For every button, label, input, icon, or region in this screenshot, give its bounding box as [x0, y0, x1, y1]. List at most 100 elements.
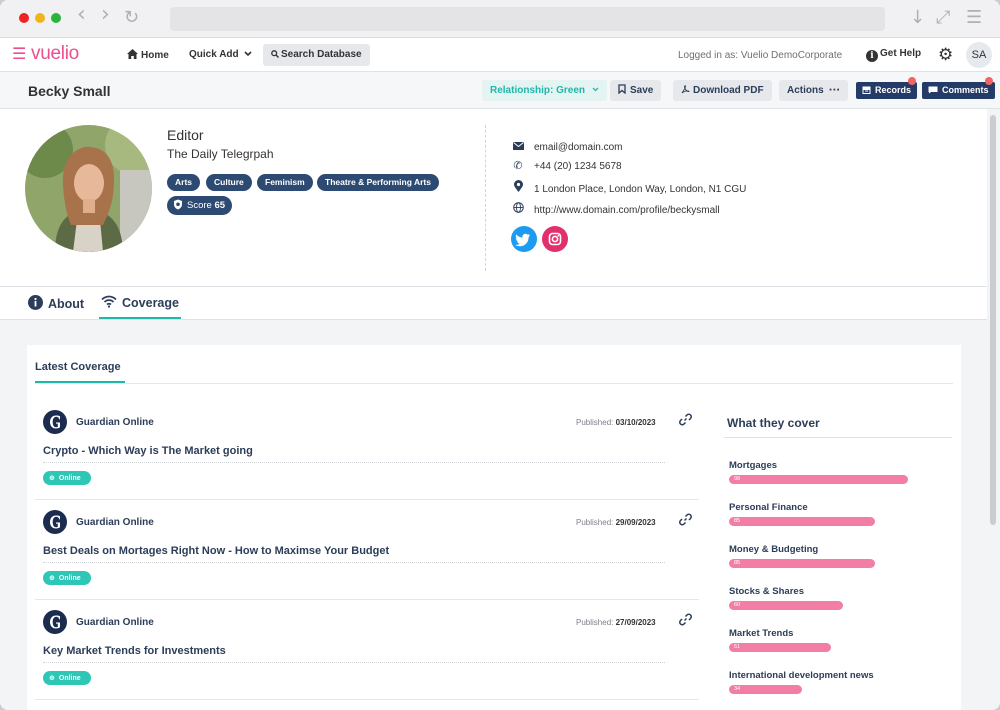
globe-icon: ⊕ — [49, 674, 55, 682]
nav-home-label: Home — [141, 50, 169, 61]
article-source: Guardian Online — [76, 617, 154, 628]
article-source: Guardian Online — [76, 517, 154, 528]
instagram-icon[interactable] — [542, 226, 568, 252]
twitter-icon[interactable] — [511, 226, 537, 252]
published-date: 27/09/2023 — [615, 618, 656, 627]
media-type-badge: ⊕ Online — [43, 671, 91, 685]
globe-icon — [512, 202, 524, 216]
minimize-window-button[interactable] — [35, 13, 45, 23]
topic-bar-value: 85 — [734, 560, 741, 566]
bookmark-icon — [618, 84, 626, 95]
topic-tag[interactable]: Arts — [167, 174, 201, 191]
tab-coverage[interactable]: Coverage — [101, 295, 179, 310]
actions-menu-button[interactable]: Actions ··· — [779, 80, 849, 101]
search-database-button[interactable]: Search Database — [263, 44, 370, 66]
address-bar[interactable] — [170, 7, 885, 31]
shield-icon — [174, 199, 182, 210]
nav-quick-add-label: Quick Add — [189, 49, 239, 60]
hamburger-menu-icon[interactable]: ☰ — [12, 44, 26, 63]
profile-title-bar: Becky Small Relationship: Green Save Dow… — [0, 72, 1000, 109]
map-pin-icon — [512, 180, 524, 195]
chevron-down-icon — [244, 51, 252, 57]
divider — [43, 562, 665, 563]
address-text: 1 London Place, London Way, London, N1 C… — [534, 184, 747, 195]
divider — [35, 383, 953, 384]
app-header: ☰ vuelio Home Quick Add Search Database L… — [0, 38, 1000, 72]
link-icon[interactable] — [678, 512, 693, 527]
close-window-button[interactable] — [19, 13, 29, 23]
page-title: Becky Small — [28, 83, 111, 99]
get-help-link[interactable]: i Get Help — [866, 48, 921, 62]
vuelio-logo[interactable]: ☰ vuelio — [12, 43, 79, 65]
more-dots-icon: ··· — [828, 85, 841, 96]
media-type-label: Online — [58, 675, 81, 682]
topic-bar-value: 60 — [734, 602, 741, 608]
topic-label: Money & Budgeting — [729, 544, 819, 555]
maximize-window-button[interactable] — [51, 13, 61, 23]
nav-quick-add[interactable]: Quick Add — [189, 49, 252, 60]
pdf-icon — [681, 85, 690, 94]
coverage-article: Guardian Online Published: 27/09/2023 Ke… — [35, 600, 699, 700]
media-type-badge: ⊕ Online — [43, 571, 91, 585]
gear-icon[interactable]: ⚙ — [938, 45, 953, 65]
nav-home[interactable]: Home — [127, 49, 169, 61]
wifi-icon — [101, 295, 117, 308]
tab-about[interactable]: About — [28, 295, 84, 311]
info-icon: i — [866, 50, 878, 62]
download-pdf-button[interactable]: Download PDF — [673, 80, 772, 101]
save-button[interactable]: Save — [610, 80, 662, 101]
app-window: ‹ › ↻ ↓ ⤢ ☰ ☰ vuelio Home Quick Add Searc… — [0, 0, 1000, 710]
contact-email[interactable]: email@domain.com — [512, 140, 623, 153]
reload-icon[interactable]: ↻ — [124, 9, 139, 27]
browser-menu-icon[interactable]: ☰ — [966, 9, 982, 27]
scrollbar-thumb[interactable] — [990, 115, 996, 525]
published-label: Published: — [576, 418, 614, 427]
guardian-logo-icon — [43, 610, 67, 634]
coverage-article: Guardian Online Published: 29/09/2023 Be… — [35, 500, 699, 600]
topic-bar: 60 — [729, 601, 843, 610]
user-avatar[interactable]: SA — [966, 42, 992, 68]
records-button[interactable]: Records — [856, 82, 918, 99]
topic-bar-value: 85 — [734, 518, 741, 524]
forward-arrow-icon[interactable]: › — [101, 4, 110, 26]
article-published-date: Published: 03/10/2023 — [576, 418, 656, 427]
topic-bar: 34 — [729, 685, 802, 694]
topic-tag[interactable]: Theatre & Performing Arts — [317, 174, 439, 191]
globe-icon: ⊕ — [49, 474, 55, 482]
topic-bar-value: 51 — [734, 644, 741, 650]
divider — [724, 437, 952, 438]
back-arrow-icon[interactable]: ‹ — [77, 4, 86, 26]
tab-coverage-label: Coverage — [122, 296, 179, 310]
topic-tag[interactable]: Feminism — [257, 174, 313, 191]
link-icon[interactable] — [678, 612, 693, 627]
fullscreen-icon[interactable]: ⤢ — [936, 9, 950, 27]
divider — [43, 662, 665, 663]
topic-label: Mortgages — [729, 460, 778, 471]
contact-phone[interactable]: ✆ +44 (20) 1234 5678 — [512, 159, 621, 172]
topic-tag[interactable]: Culture — [206, 174, 252, 191]
logo-text: vuelio — [31, 43, 79, 64]
tab-about-label: About — [48, 297, 85, 311]
email-text: email@domain.com — [534, 142, 623, 153]
active-subtab-indicator — [35, 381, 125, 383]
latest-coverage-title[interactable]: Latest Coverage — [35, 361, 121, 373]
envelope-icon — [512, 140, 524, 153]
contact-outlet[interactable]: The Daily Telegrpah — [167, 147, 274, 161]
actions-label: Actions — [787, 85, 824, 96]
article-title[interactable]: Key Market Trends for Investments — [43, 645, 226, 657]
download-icon[interactable]: ↓ — [910, 9, 925, 27]
relationship-dropdown[interactable]: Relationship: Green — [482, 80, 607, 101]
logged-in-text: Logged in as: Vuelio DemoCorporate — [678, 50, 843, 61]
article-title[interactable]: Crypto - Which Way is The Market going — [43, 445, 253, 457]
divider — [43, 462, 665, 463]
comments-button[interactable]: Comments — [922, 82, 995, 99]
guardian-logo-icon — [43, 510, 67, 534]
search-icon — [271, 50, 279, 58]
link-icon[interactable] — [678, 412, 693, 427]
contact-website[interactable]: http://www.domain.com/profile/beckysmall — [512, 202, 720, 216]
article-title[interactable]: Best Deals on Mortages Right Now - How t… — [43, 545, 389, 557]
download-pdf-label: Download PDF — [693, 85, 764, 96]
search-database-label: Search Database — [281, 49, 362, 60]
published-date: 03/10/2023 — [615, 418, 656, 427]
info-icon — [28, 295, 43, 310]
